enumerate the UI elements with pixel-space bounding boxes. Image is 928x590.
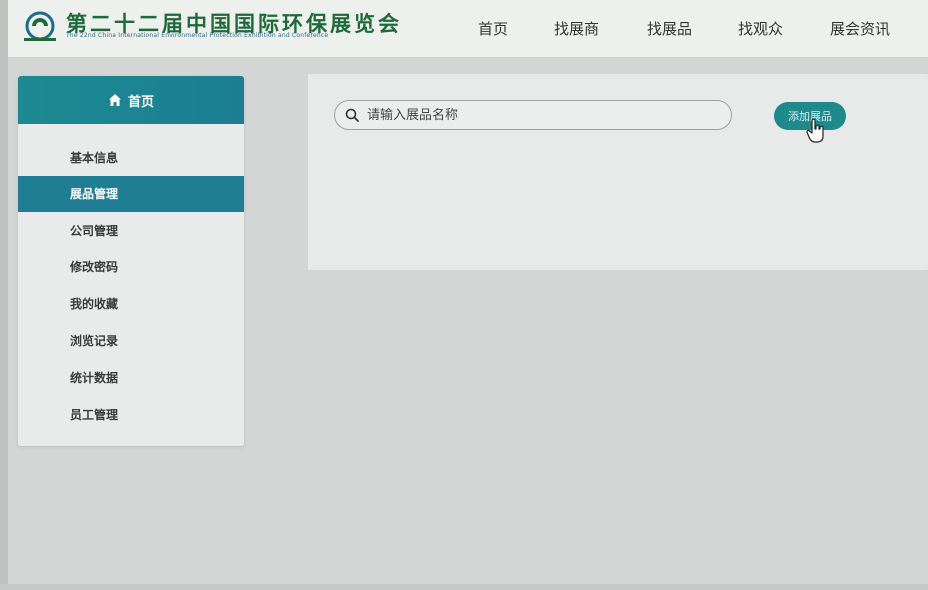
logo-subtitle: The 22nd China International Environment… [66,32,329,39]
photo-edge [0,0,8,590]
sidebar-item-statistics[interactable]: 统计数据 [18,360,244,396]
sidebar-item-basic-info[interactable]: 基本信息 [18,140,244,176]
nav-find-exhibitors[interactable]: 找展商 [554,18,599,39]
sidebar-home[interactable]: 首页 [18,76,244,124]
search-icon [345,108,359,122]
sidebar-item-favorites[interactable]: 我的收藏 [18,286,244,322]
nav-home[interactable]: 首页 [478,18,508,39]
sidebar-item-change-password[interactable]: 修改密码 [18,249,244,285]
search-box[interactable] [334,100,732,130]
search-input[interactable] [367,107,707,123]
logo-icon [24,11,56,41]
hand-cursor-icon [806,118,824,143]
sidebar: 首页 基本信息 展品管理 公司管理 修改密码 我的收藏 浏览记录 统计数据 员工… [18,76,244,446]
nav-find-visitors[interactable]: 找观众 [738,18,783,39]
main-panel: 添加展品 [308,74,928,270]
sidebar-item-exhibit-management[interactable]: 展品管理 [18,176,244,212]
site-header: 第二十二届中国国际环保展览会 The 22nd China Internatio… [8,0,928,58]
nav-find-exhibits[interactable]: 找展品 [647,18,692,39]
sidebar-item-history[interactable]: 浏览记录 [18,323,244,359]
nav-news[interactable]: 展会资讯 [830,18,890,39]
home-icon [108,94,121,106]
sidebar-item-staff-management[interactable]: 员工管理 [18,397,244,433]
sidebar-item-company-management[interactable]: 公司管理 [18,213,244,249]
sidebar-home-label: 首页 [127,94,154,110]
photo-edge-bottom [0,584,928,590]
